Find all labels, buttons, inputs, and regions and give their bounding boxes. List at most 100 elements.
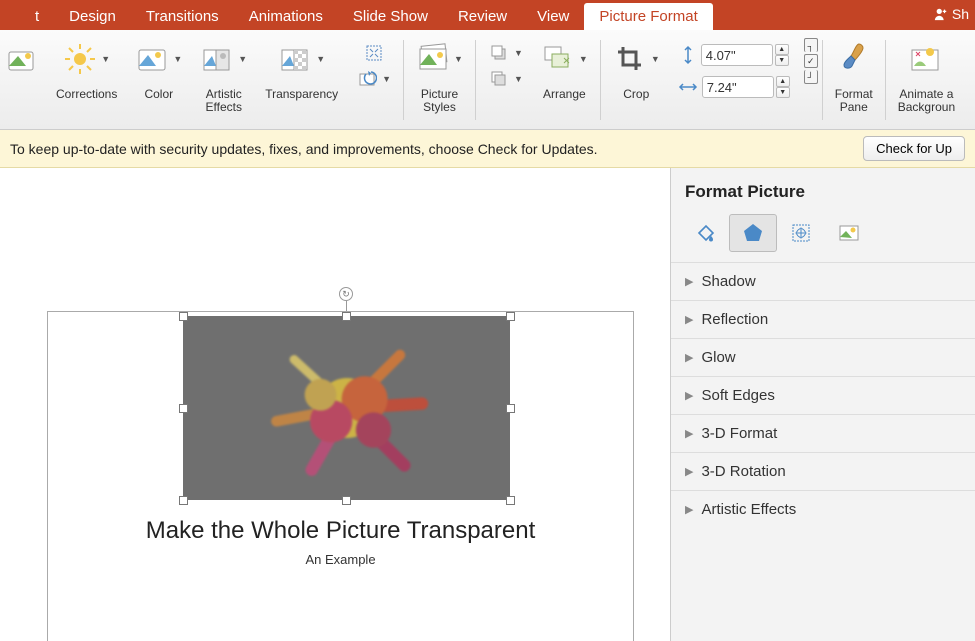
slide-subtitle: An Example bbox=[48, 552, 633, 567]
size-arrows-icon bbox=[789, 221, 813, 245]
tab-design[interactable]: Design bbox=[54, 3, 131, 30]
aspect-lock-group: ┐ ✓ ┘ bbox=[804, 36, 818, 84]
main-area: ↻ bbox=[0, 168, 975, 641]
tab-transitions[interactable]: Transitions bbox=[131, 3, 234, 30]
handle-br[interactable] bbox=[506, 496, 515, 505]
paint-bucket-icon bbox=[693, 221, 717, 245]
rotation-handle[interactable]: ↻ bbox=[339, 287, 353, 301]
tab-insert-partial[interactable]: t bbox=[20, 3, 54, 30]
lock-bottom[interactable]: ┘ bbox=[804, 70, 818, 84]
width-icon bbox=[678, 78, 698, 96]
crop-icon bbox=[616, 45, 644, 73]
crop-button[interactable]: ▼ Crop bbox=[605, 36, 668, 128]
chevron-down-icon: ▼ bbox=[651, 54, 660, 64]
height-icon bbox=[679, 45, 697, 65]
handle-bm[interactable] bbox=[342, 496, 351, 505]
handle-mr[interactable] bbox=[506, 404, 515, 413]
transparency-button[interactable]: ▼ Transparency bbox=[257, 36, 346, 128]
section-shadow[interactable]: ▶Shadow bbox=[671, 262, 975, 300]
reset-picture-button[interactable]: ▼ bbox=[356, 68, 391, 90]
update-banner: To keep up-to-date with security updates… bbox=[0, 130, 975, 168]
chevron-down-icon: ▼ bbox=[514, 48, 523, 58]
corrections-button[interactable]: ▼ Corrections bbox=[48, 36, 125, 128]
panel-tab-fill[interactable] bbox=[681, 214, 729, 252]
reset-icon bbox=[357, 69, 377, 89]
section-glow[interactable]: ▶Glow bbox=[671, 338, 975, 376]
panel-tabs bbox=[671, 214, 975, 252]
tab-slideshow[interactable]: Slide Show bbox=[338, 3, 443, 30]
handle-tm[interactable] bbox=[342, 312, 351, 321]
chevron-down-icon: ▼ bbox=[316, 54, 325, 64]
picture-color-icon bbox=[137, 44, 167, 74]
send-backward-icon bbox=[490, 70, 508, 88]
lock-top[interactable]: ┐ bbox=[804, 38, 818, 52]
chevron-right-icon: ▶ bbox=[685, 465, 693, 478]
height-step-up[interactable]: ▲ bbox=[775, 44, 789, 55]
panel-tab-picture[interactable] bbox=[825, 214, 873, 252]
bring-forward-button[interactable]: ▼ bbox=[488, 42, 523, 64]
share-person-icon bbox=[934, 7, 948, 21]
share-button[interactable]: Sh bbox=[934, 6, 969, 22]
chevron-down-icon: ▼ bbox=[382, 74, 391, 84]
transparency-icon bbox=[280, 44, 310, 74]
selected-picture[interactable] bbox=[183, 316, 510, 500]
chevron-right-icon: ▶ bbox=[685, 427, 693, 440]
bring-forward-icon bbox=[490, 44, 508, 62]
lock-check[interactable]: ✓ bbox=[804, 54, 818, 68]
compress-icon bbox=[364, 43, 384, 63]
handle-ml[interactable] bbox=[179, 404, 188, 413]
adjust-mini-group: ▼ bbox=[348, 36, 399, 128]
chevron-down-icon: ▼ bbox=[238, 54, 247, 64]
section-3d-rotation[interactable]: ▶3-D Rotation bbox=[671, 452, 975, 490]
tab-picture-format[interactable]: Picture Format bbox=[584, 3, 712, 30]
send-backward-button[interactable]: ▼ bbox=[488, 68, 523, 90]
color-explosion-image bbox=[257, 333, 437, 483]
color-button[interactable]: ▼ Color bbox=[127, 36, 190, 128]
format-picture-panel: Format Picture ▶Shadow ▶Reflection ▶Glow… bbox=[670, 168, 975, 641]
compress-pictures-button[interactable] bbox=[363, 42, 385, 64]
height-field[interactable]: 4.07" ▲▼ bbox=[679, 44, 789, 66]
size-group: 4.07" ▲▼ 7.24" ▲▼ bbox=[670, 36, 798, 128]
chevron-down-icon: ▼ bbox=[173, 54, 182, 64]
chevron-right-icon: ▶ bbox=[685, 389, 693, 402]
animate-bg-icon bbox=[910, 44, 942, 74]
handle-tl[interactable] bbox=[179, 312, 188, 321]
chevron-down-icon: ▼ bbox=[454, 54, 463, 64]
picture-styles-icon bbox=[416, 43, 450, 75]
animate-background-button[interactable]: Animate a Backgroun bbox=[890, 36, 963, 128]
tab-bar: t Design Transitions Animations Slide Sh… bbox=[0, 0, 975, 30]
tab-animations[interactable]: Animations bbox=[234, 3, 338, 30]
check-for-updates-button[interactable]: Check for Up bbox=[863, 136, 965, 161]
slide-title: Make the Whole Picture Transparent bbox=[48, 517, 633, 545]
format-pane-button[interactable]: Format Pane bbox=[827, 36, 881, 128]
artistic-effects-button[interactable]: ▼ Artistic Effects bbox=[192, 36, 255, 128]
picture-styles-button[interactable]: ▼ Picture Styles bbox=[408, 36, 471, 128]
arrange-mini-group: ▼ ▼ bbox=[480, 36, 531, 128]
tab-review[interactable]: Review bbox=[443, 3, 522, 30]
width-step-down[interactable]: ▼ bbox=[776, 87, 790, 98]
sun-icon bbox=[63, 42, 97, 76]
width-field[interactable]: 7.24" ▲▼ bbox=[678, 76, 790, 98]
arrange-button[interactable]: ▼ Arrange bbox=[533, 36, 596, 128]
remove-background-partial[interactable]: . bbox=[4, 36, 46, 128]
slide-canvas[interactable]: ↻ bbox=[0, 168, 670, 641]
handle-tr[interactable] bbox=[506, 312, 515, 321]
handle-bl[interactable] bbox=[179, 496, 188, 505]
chevron-down-icon: ▼ bbox=[101, 54, 110, 64]
chevron-down-icon: ▼ bbox=[514, 74, 523, 84]
section-reflection[interactable]: ▶Reflection bbox=[671, 300, 975, 338]
panel-tab-effects[interactable] bbox=[729, 214, 777, 252]
section-soft-edges[interactable]: ▶Soft Edges bbox=[671, 376, 975, 414]
height-step-down[interactable]: ▼ bbox=[775, 55, 789, 66]
section-3d-format[interactable]: ▶3-D Format bbox=[671, 414, 975, 452]
ribbon: . ▼ Corrections ▼ Color ▼ Artistic Effec… bbox=[0, 30, 975, 130]
banner-text: To keep up-to-date with security updates… bbox=[10, 141, 598, 157]
slide: Make the Whole Picture Transparent An Ex… bbox=[48, 312, 633, 641]
panel-tab-size[interactable] bbox=[777, 214, 825, 252]
width-step-up[interactable]: ▲ bbox=[776, 76, 790, 87]
arrange-icon bbox=[542, 44, 574, 74]
section-artistic-effects[interactable]: ▶Artistic Effects bbox=[671, 490, 975, 528]
chevron-down-icon: ▼ bbox=[579, 54, 588, 64]
tab-view[interactable]: View bbox=[522, 3, 584, 30]
pentagon-icon bbox=[741, 221, 765, 245]
